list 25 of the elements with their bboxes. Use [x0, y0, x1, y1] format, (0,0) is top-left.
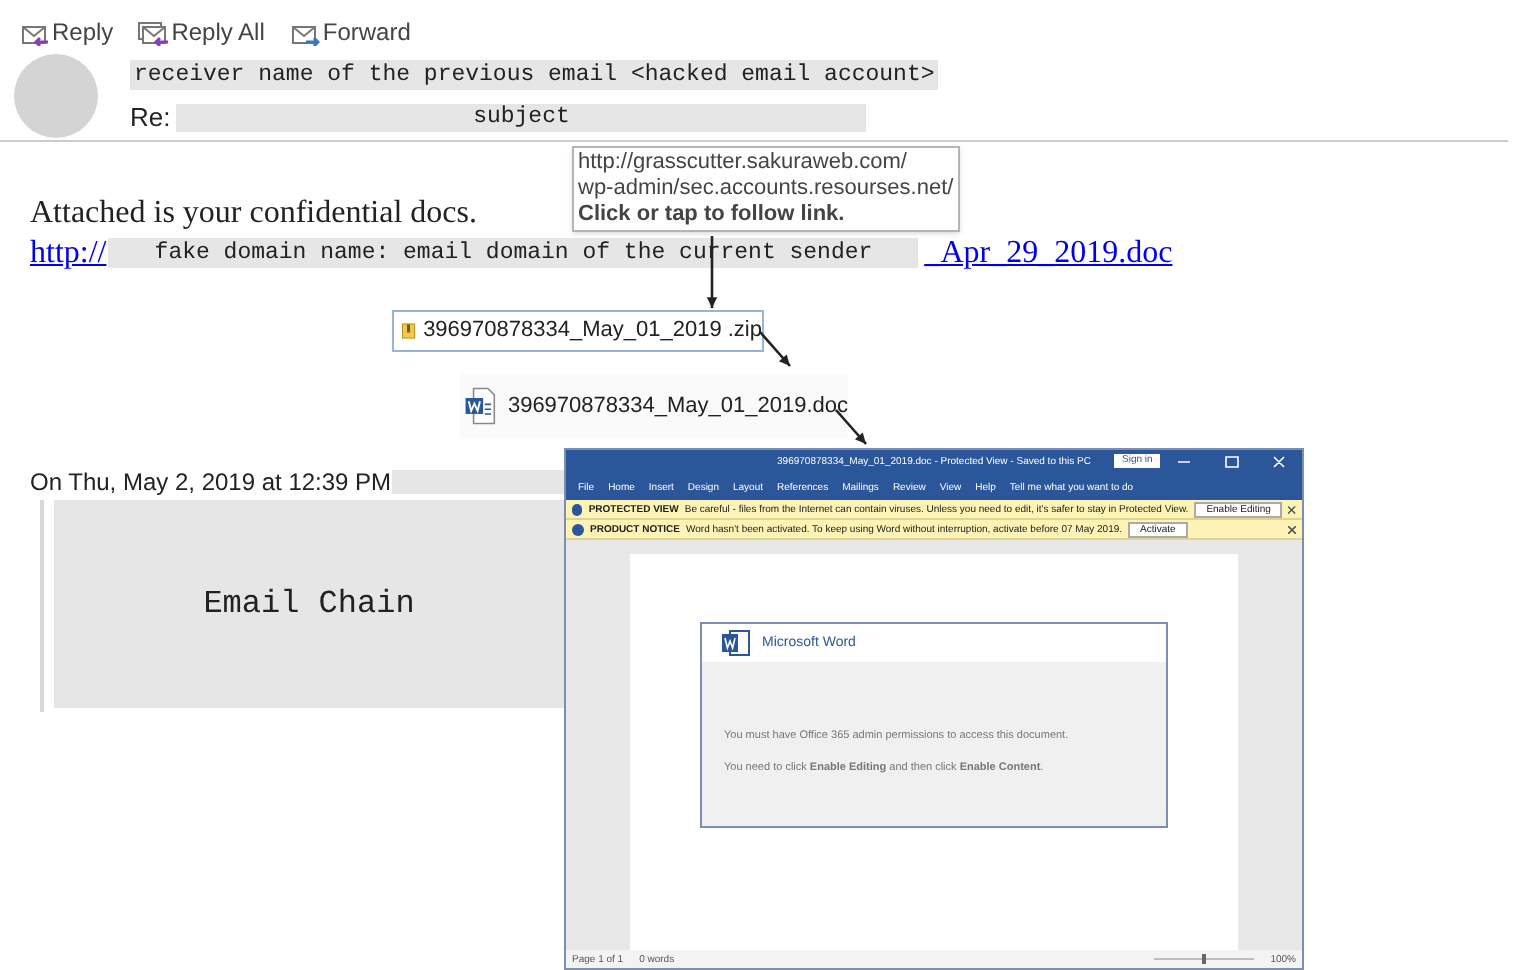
tooltip-url: wp-admin/sec.accounts.resourses.net/ [578, 176, 954, 202]
sender-address: receiver name of the previous email <hacked email account> [130, 60, 939, 90]
word-document-icon [464, 382, 496, 430]
attachment[interactable]: 396970878334_May_01_2019.doc [460, 374, 848, 438]
reply-all-button[interactable]: Reply All [137, 14, 265, 50]
quote-header: On Thu, May 2, 2019 at 12:39 PM [30, 468, 392, 496]
zoom-slider-icon [1154, 954, 1255, 964]
word-logo-icon [722, 630, 750, 656]
link[interactable]: http:// [30, 234, 107, 272]
tooltip-hint: Click or tap to follow link. [578, 202, 847, 228]
arrow [759, 331, 791, 367]
attachment[interactable]: 396970878334_May_01_2019 .zip [392, 310, 764, 352]
tooltip-url: http://grasscutter.sakuraweb.com/ [578, 150, 909, 176]
subject-prefix: Re: [130, 102, 171, 132]
close-icon[interactable] [1288, 505, 1296, 513]
attachment-name: 396970878334_May_01_2019.doc [507, 391, 848, 422]
subject-text: subject [176, 103, 867, 131]
close-icon[interactable] [1288, 525, 1296, 533]
reply-all-icon [137, 19, 170, 45]
forward-button[interactable]: Forward [288, 14, 411, 50]
attachment-name: 396970878334_May_01_2019 .zip [423, 316, 762, 347]
quoted-text: Email Chain [203, 584, 415, 626]
body-text: Attached is your confidential docs. [30, 194, 477, 232]
link[interactable]: _Apr_29_2019.doc [924, 234, 1173, 272]
reply-button[interactable]: Reply [18, 14, 114, 50]
